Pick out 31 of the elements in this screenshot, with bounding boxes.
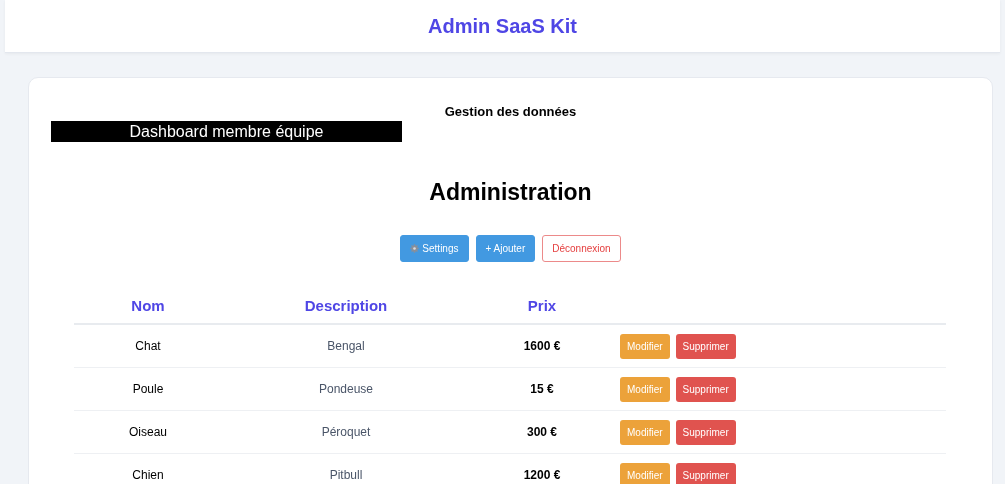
delete-button[interactable]: Supprimer [675, 419, 736, 445]
table-cell: Poule [132, 382, 164, 396]
table-cell: 15 € [530, 382, 554, 396]
table-cell: Oiseau [129, 425, 167, 439]
edit-button[interactable]: Modifier [620, 462, 670, 484]
dashboard-banner: Dashboard membre équipe [51, 121, 402, 142]
table-cell: 1200 € [523, 468, 561, 482]
app-title: Admin SaaS Kit [428, 14, 577, 38]
table-cell: Bengal [327, 339, 365, 353]
delete-button[interactable]: Supprimer [675, 376, 736, 402]
column-header: Description [303, 296, 389, 314]
add-button[interactable]: + Ajouter [475, 235, 536, 262]
table-cell: Pondeuse [318, 382, 373, 396]
table-cell: Chien [132, 468, 164, 482]
edit-button[interactable]: Modifier [620, 419, 670, 445]
settings-button[interactable]: Settings [400, 235, 469, 262]
delete-button[interactable]: Supprimer [675, 333, 736, 359]
table-cell: 1600 € [523, 339, 561, 353]
table-cell: Chat [135, 339, 161, 353]
page-heading: Administration [428, 179, 593, 206]
logout-button[interactable]: Déconnexion [542, 235, 621, 262]
column-header: Prix [526, 296, 558, 314]
table-cell: Pitbull [329, 468, 363, 482]
delete-button[interactable]: Supprimer [675, 462, 736, 484]
gear-icon [410, 244, 420, 253]
edit-button[interactable]: Modifier [620, 333, 670, 359]
table-cell: Péroquet [321, 425, 371, 439]
table-cell: 300 € [527, 425, 557, 439]
column-header: Nom [130, 296, 166, 314]
section-title: Gestion des données [443, 104, 578, 119]
edit-button[interactable]: Modifier [620, 376, 670, 402]
